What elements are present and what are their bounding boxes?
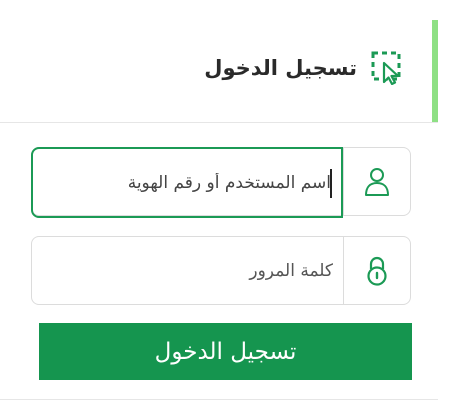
password-input[interactable] (32, 237, 343, 304)
text-caret (330, 169, 332, 198)
header-divider (0, 122, 438, 123)
login-panel: تسجيل الدخول اسم المستخدم أو رقم الهوية … (0, 0, 452, 411)
login-submit-button[interactable]: تسجيل الدخول (39, 323, 412, 380)
login-title: تسجيل الدخول (204, 56, 357, 80)
username-input-area (31, 147, 343, 218)
dashed-select-cursor-icon (371, 51, 401, 85)
header-accent-bar (432, 20, 438, 122)
login-title-group: تسجيل الدخول (204, 51, 403, 85)
lock-icon (367, 256, 387, 286)
bottom-divider (0, 399, 438, 400)
password-field (31, 236, 411, 305)
password-input-area (32, 237, 343, 304)
username-icon-box (343, 148, 410, 215)
username-input[interactable] (33, 149, 341, 216)
user-icon (365, 167, 389, 196)
password-icon-box (343, 237, 410, 304)
username-field (31, 147, 411, 218)
